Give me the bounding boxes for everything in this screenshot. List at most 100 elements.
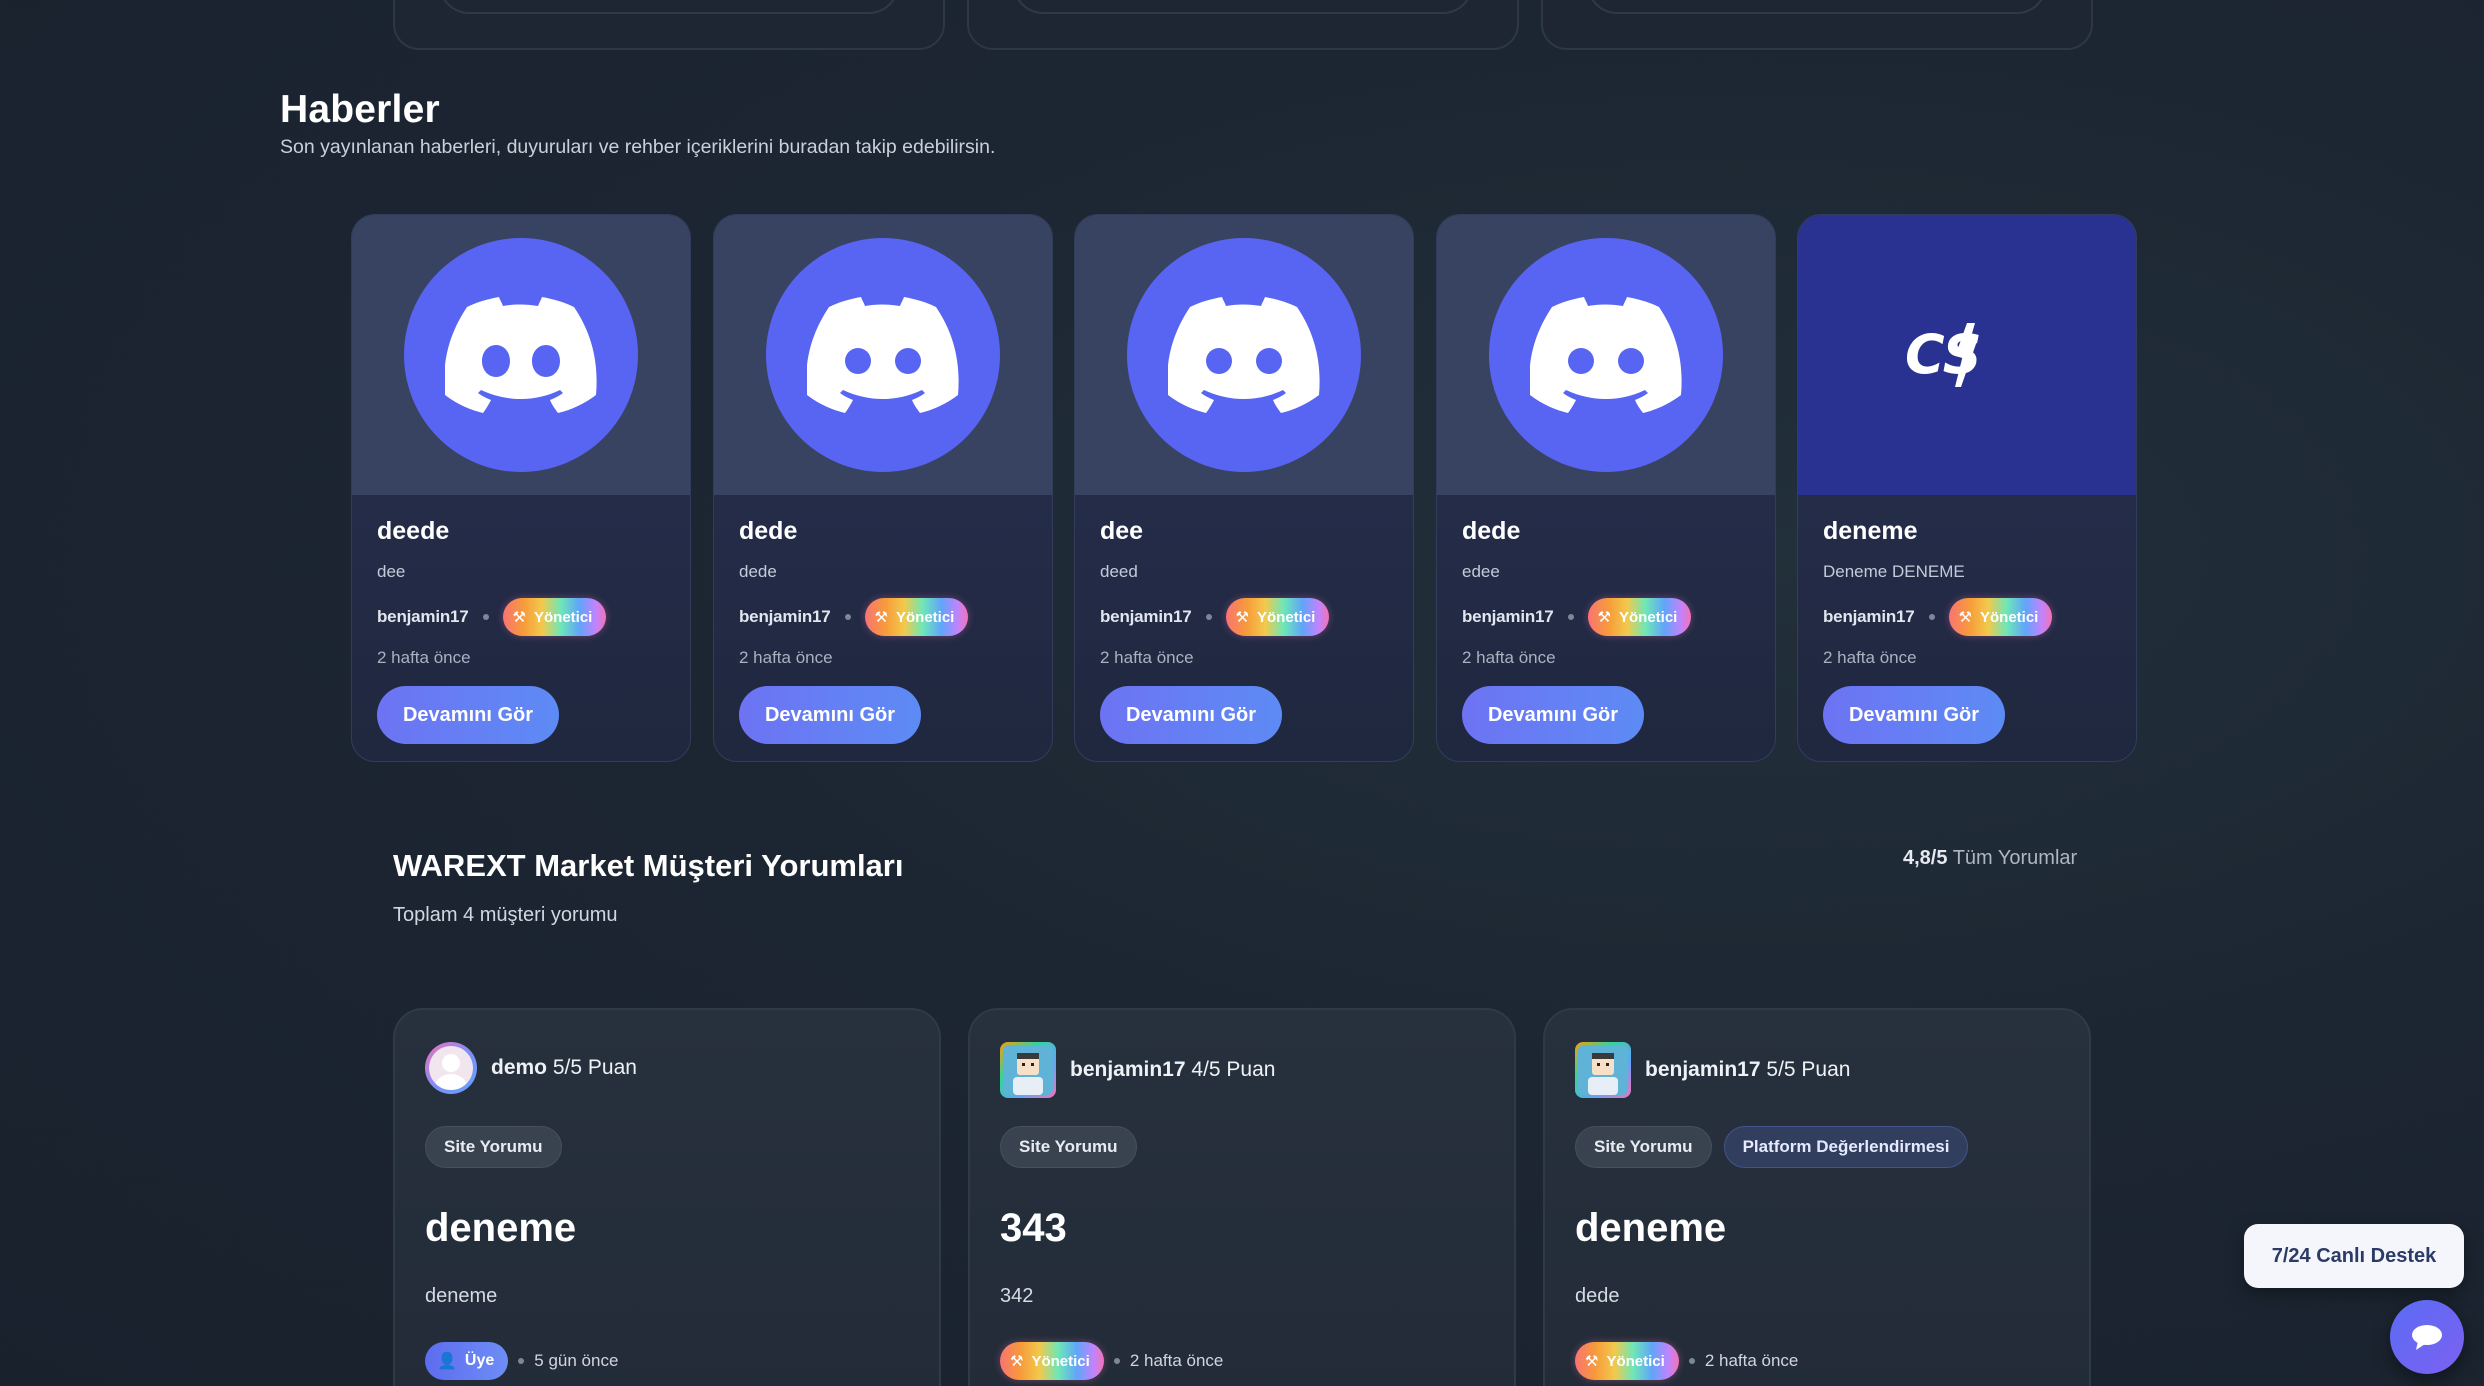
- news-description: edee: [1462, 562, 1500, 581]
- cs2-logo-icon: CS: [1905, 323, 1982, 387]
- user-avatar[interactable]: [1575, 1042, 1631, 1098]
- review-text: dede: [1575, 1285, 1620, 1307]
- chat-bubble-icon: [2412, 1325, 2442, 1350]
- user-avatar[interactable]: [1000, 1042, 1056, 1098]
- separator-dot: [1113, 1358, 1120, 1364]
- tools-icon: ⚒: [1010, 1353, 1024, 1370]
- member-badge-label: Üye: [464, 1352, 495, 1369]
- news-card[interactable]: dede dede benjamin17 ⚒ Yönetici 2 hafta ö…: [713, 214, 1053, 762]
- read-more-button[interactable]: Devamını Gör: [1823, 686, 2005, 744]
- admin-badge: ⚒ Yönetici: [864, 598, 969, 636]
- news-card[interactable]: deede dee benjamin17 ⚒ Yönetici 2 hafta ö…: [351, 214, 691, 762]
- tools-icon: ⚒: [512, 609, 526, 626]
- all-reviews-link[interactable]: 4,8/5 Tüm Yorumlar: [1903, 847, 2077, 870]
- news-time: 2 hafta önce: [1462, 648, 1556, 667]
- live-support-button[interactable]: [2390, 1300, 2464, 1374]
- news-section-subtitle: Son yayınlanan haberleri, duyuruları ve …: [280, 136, 996, 158]
- tools-icon: ⚒: [1597, 609, 1611, 626]
- discord-logo-icon: [1489, 238, 1723, 472]
- admin-badge: ⚒ Yönetici: [1575, 1342, 1679, 1380]
- read-more-button[interactable]: Devamını Gör: [1462, 686, 1644, 744]
- news-card[interactable]: dee deed benjamin17 ⚒ Yönetici 2 hafta ön…: [1074, 214, 1414, 762]
- live-support-label[interactable]: 7/24 Canlı Destek: [2244, 1224, 2464, 1288]
- admin-badge: ⚒ Yönetici: [1587, 598, 1692, 636]
- news-author[interactable]: benjamin17: [1823, 607, 1915, 627]
- news-card[interactable]: CS deneme Deneme DENEME benjamin17 ⚒ Yöne…: [1797, 214, 2137, 762]
- separator-dot: [482, 614, 489, 620]
- review-tag: Site Yorumu: [1000, 1126, 1137, 1168]
- news-title[interactable]: dede: [1462, 517, 1755, 546]
- news-description: dede: [739, 562, 777, 581]
- read-more-button[interactable]: Devamını Gör: [1100, 686, 1282, 744]
- admin-badge-label: Yönetici: [1606, 1352, 1665, 1370]
- read-more-button[interactable]: Devamını Gör: [377, 686, 559, 744]
- review-tag: Site Yorumu: [425, 1126, 562, 1168]
- review-user[interactable]: benjamin17: [1645, 1058, 1761, 1081]
- top-card-2: [967, 0, 1519, 50]
- news-thumbnail: [714, 215, 1052, 495]
- news-time: 2 hafta önce: [377, 648, 471, 667]
- separator-dot: [1688, 1358, 1695, 1364]
- review-time: 2 hafta önce: [1704, 1351, 1799, 1370]
- review-title: 343: [1000, 1206, 1067, 1250]
- separator-dot: [1928, 614, 1935, 620]
- news-card[interactable]: dede edee benjamin17 ⚒ Yönetici 2 hafta ö…: [1436, 214, 1776, 762]
- reviews-subtitle: Toplam 4 müşteri yorumu: [393, 904, 618, 926]
- top-card-1: [393, 0, 945, 50]
- admin-badge-label: Yönetici: [534, 608, 593, 626]
- review-card: benjamin17 4/5 Puan Site Yorumu 343 342 …: [968, 1008, 1516, 1386]
- news-title[interactable]: deede: [377, 517, 670, 546]
- news-title[interactable]: dee: [1100, 517, 1393, 546]
- tools-icon: ⚒: [1585, 1353, 1599, 1370]
- admin-badge: ⚒ Yönetici: [1948, 598, 2053, 636]
- tools-icon: ⚒: [1235, 609, 1249, 626]
- top-card-pill[interactable]: [439, 0, 899, 14]
- discord-logo-icon: [1127, 238, 1361, 472]
- review-tag: Site Yorumu: [1575, 1126, 1712, 1168]
- rating-average: 4,8/5: [1903, 847, 1948, 869]
- top-card-3: [1541, 0, 2093, 50]
- admin-badge-label: Yönetici: [896, 608, 955, 626]
- news-time: 2 hafta önce: [1823, 648, 1917, 667]
- separator-dot: [1567, 614, 1574, 620]
- news-section-title: Haberler: [280, 88, 440, 131]
- review-title: deneme: [1575, 1206, 1727, 1250]
- review-user[interactable]: demo: [491, 1056, 547, 1079]
- news-description: deed: [1100, 562, 1138, 581]
- read-more-button[interactable]: Devamını Gör: [739, 686, 921, 744]
- tools-icon: ⚒: [1958, 609, 1972, 626]
- news-author[interactable]: benjamin17: [377, 607, 469, 627]
- news-thumbnail: [352, 215, 690, 495]
- discord-logo-icon: [766, 238, 1000, 472]
- top-card-pill[interactable]: [1013, 0, 1473, 14]
- news-time: 2 hafta önce: [1100, 648, 1194, 667]
- news-thumbnail: [1437, 215, 1775, 495]
- separator-dot: [844, 614, 851, 620]
- admin-badge-label: Yönetici: [1619, 608, 1678, 626]
- admin-badge: ⚒ Yönetici: [1000, 1342, 1104, 1380]
- separator-dot: [1205, 614, 1212, 620]
- news-description: Deneme DENEME: [1823, 562, 1965, 581]
- user-icon: 👤: [437, 1353, 457, 1370]
- review-score: 4/5 Puan: [1191, 1058, 1276, 1081]
- discord-logo-icon: [404, 238, 638, 472]
- news-time: 2 hafta önce: [739, 648, 833, 667]
- user-avatar[interactable]: [425, 1042, 477, 1094]
- news-thumbnail: CS: [1798, 215, 2136, 495]
- news-title[interactable]: dede: [739, 517, 1032, 546]
- review-tag: Platform Değerlendirmesi: [1723, 1126, 1969, 1168]
- news-author[interactable]: benjamin17: [739, 607, 831, 627]
- separator-dot: [518, 1358, 525, 1364]
- review-card: demo 5/5 Puan Site Yorumu deneme deneme …: [393, 1008, 941, 1386]
- news-title[interactable]: deneme: [1823, 517, 2116, 546]
- review-title: deneme: [425, 1206, 577, 1250]
- admin-badge-label: Yönetici: [1031, 1352, 1090, 1370]
- news-author[interactable]: benjamin17: [1100, 607, 1192, 627]
- review-score: 5/5 Puan: [1766, 1058, 1851, 1081]
- admin-badge-label: Yönetici: [1257, 608, 1316, 626]
- news-thumbnail: [1075, 215, 1413, 495]
- news-author[interactable]: benjamin17: [1462, 607, 1554, 627]
- review-user[interactable]: benjamin17: [1070, 1058, 1186, 1081]
- review-time: 5 gün önce: [534, 1351, 619, 1370]
- top-card-pill[interactable]: [1587, 0, 2047, 14]
